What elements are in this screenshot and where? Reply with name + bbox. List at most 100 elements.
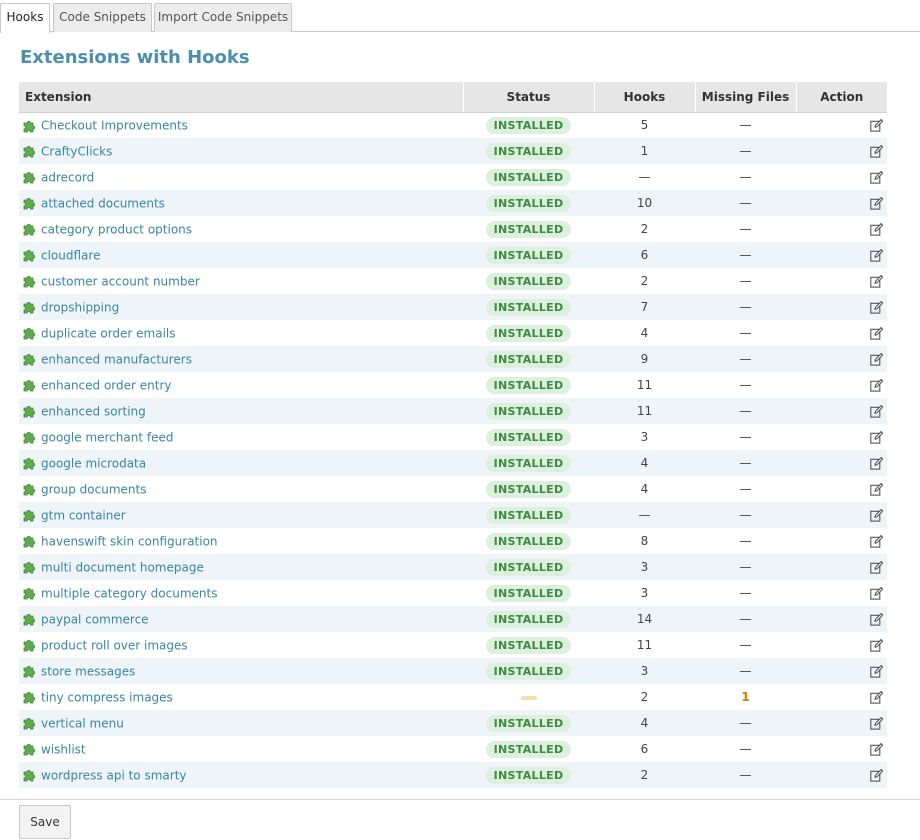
extension-cell: multiple category documents xyxy=(19,580,463,606)
extension-link[interactable]: adrecord xyxy=(41,170,94,184)
extension-link[interactable]: store messages xyxy=(41,664,135,678)
edit-icon[interactable] xyxy=(870,613,883,626)
extension-link[interactable]: gtm container xyxy=(41,508,126,522)
action-cell xyxy=(796,632,887,658)
tab-import-code-snippets[interactable]: Import Code Snippets xyxy=(154,3,292,32)
missing-files-count: — xyxy=(739,456,752,470)
edit-icon[interactable] xyxy=(870,353,883,366)
extension-link[interactable]: enhanced sorting xyxy=(41,404,146,418)
extension-link[interactable]: vertical menu xyxy=(41,716,124,730)
edit-icon[interactable] xyxy=(870,197,883,210)
missing-files-cell: — xyxy=(695,398,796,424)
edit-icon[interactable] xyxy=(870,327,883,340)
hooks-cell: 6 xyxy=(594,736,695,762)
edit-icon[interactable] xyxy=(870,379,883,392)
extension-link[interactable]: google merchant feed xyxy=(41,430,173,444)
edit-icon[interactable] xyxy=(870,275,883,288)
puzzle-piece-icon xyxy=(23,224,35,236)
hooks-count: 6 xyxy=(640,248,649,262)
missing-files-cell: — xyxy=(695,736,796,762)
edit-icon[interactable] xyxy=(870,691,883,704)
hooks-cell: — xyxy=(594,502,695,528)
status-cell: INSTALLED xyxy=(463,710,594,736)
edit-icon[interactable] xyxy=(870,535,883,548)
missing-files-cell: — xyxy=(695,242,796,268)
edit-icon[interactable] xyxy=(870,509,883,522)
extension-link[interactable]: group documents xyxy=(41,482,146,496)
edit-icon[interactable] xyxy=(870,431,883,444)
status-cell: INSTALLED xyxy=(463,502,594,528)
hooks-count: 4 xyxy=(640,716,649,730)
tab-hooks[interactable]: Hooks xyxy=(0,3,50,33)
edit-icon[interactable] xyxy=(870,717,883,730)
extension-link[interactable]: dropshipping xyxy=(41,300,119,314)
extension-link[interactable]: wishlist xyxy=(41,742,86,756)
missing-files-count: — xyxy=(739,716,752,730)
puzzle-piece-icon xyxy=(23,432,35,444)
extension-link[interactable]: CraftyClicks xyxy=(41,144,112,158)
tab-bar: Hooks Code Snippets Import Code Snippets xyxy=(0,0,920,33)
extension-link[interactable]: Checkout Improvements xyxy=(41,119,188,133)
save-button[interactable]: Save xyxy=(19,805,71,839)
table-row: Checkout Improvements INSTALLED 5 — xyxy=(19,112,887,138)
tab-code-snippets[interactable]: Code Snippets xyxy=(53,3,152,32)
status-badge: INSTALLED xyxy=(485,480,572,498)
extension-link[interactable]: enhanced order entry xyxy=(41,378,172,392)
status-badge: INSTALLED xyxy=(485,402,572,420)
edit-icon[interactable] xyxy=(870,171,883,184)
edit-icon[interactable] xyxy=(870,483,883,496)
extension-link[interactable]: havenswift skin configuration xyxy=(41,534,218,548)
hooks-cell: 6 xyxy=(594,242,695,268)
puzzle-piece-icon xyxy=(23,718,35,730)
extension-link[interactable]: wordpress api to smarty xyxy=(41,768,187,782)
edit-icon[interactable] xyxy=(870,561,883,574)
column-header-status: Status xyxy=(463,82,595,113)
action-cell xyxy=(796,736,887,762)
edit-icon[interactable] xyxy=(870,665,883,678)
edit-icon[interactable] xyxy=(870,769,883,782)
extension-link[interactable]: google microdata xyxy=(41,456,146,470)
hooks-count: — xyxy=(638,170,651,184)
action-cell xyxy=(796,268,887,294)
missing-files-cell: — xyxy=(695,580,796,606)
extension-cell: adrecord xyxy=(19,164,463,190)
status-badge: INSTALLED xyxy=(485,558,572,576)
table-row: tiny compress images 2 1 xyxy=(19,684,887,710)
extension-link[interactable]: tiny compress images xyxy=(41,690,173,704)
missing-files-count: — xyxy=(739,638,752,652)
extension-link[interactable]: enhanced manufacturers xyxy=(41,352,192,366)
extension-link[interactable]: customer account number xyxy=(41,274,200,288)
edit-icon[interactable] xyxy=(870,457,883,470)
extension-link[interactable]: multi document homepage xyxy=(41,560,204,574)
hooks-cell: 11 xyxy=(594,372,695,398)
hooks-cell: 2 xyxy=(594,216,695,242)
action-cell xyxy=(796,528,887,554)
hooks-count: 11 xyxy=(636,378,653,392)
extension-link[interactable]: product roll over images xyxy=(41,638,188,652)
action-cell xyxy=(796,164,887,190)
extension-link[interactable]: category product options xyxy=(41,222,192,236)
edit-icon[interactable] xyxy=(870,743,883,756)
edit-icon[interactable] xyxy=(870,405,883,418)
extension-link[interactable]: multiple category documents xyxy=(41,586,217,600)
table-row: havenswift skin configuration INSTALLED 8 — xyxy=(19,528,887,554)
table-row: duplicate order emails INSTALLED 4 — xyxy=(19,320,887,346)
hooks-count: 8 xyxy=(640,534,649,548)
edit-icon[interactable] xyxy=(870,587,883,600)
edit-icon[interactable] xyxy=(870,119,883,132)
edit-icon[interactable] xyxy=(870,223,883,236)
hooks-cell: 4 xyxy=(594,476,695,502)
edit-icon[interactable] xyxy=(870,145,883,158)
extension-link[interactable]: duplicate order emails xyxy=(41,326,176,340)
edit-icon[interactable] xyxy=(870,639,883,652)
hooks-count: 11 xyxy=(636,638,653,652)
extension-link[interactable]: attached documents xyxy=(41,196,165,210)
missing-files-count: — xyxy=(739,378,752,392)
extension-link[interactable]: paypal commerce xyxy=(41,612,149,626)
status-badge: INSTALLED xyxy=(485,298,572,316)
hooks-count: 5 xyxy=(640,118,649,133)
edit-icon[interactable] xyxy=(870,301,883,314)
edit-icon[interactable] xyxy=(870,249,883,262)
action-cell xyxy=(796,242,887,268)
extension-link[interactable]: cloudflare xyxy=(41,248,100,262)
